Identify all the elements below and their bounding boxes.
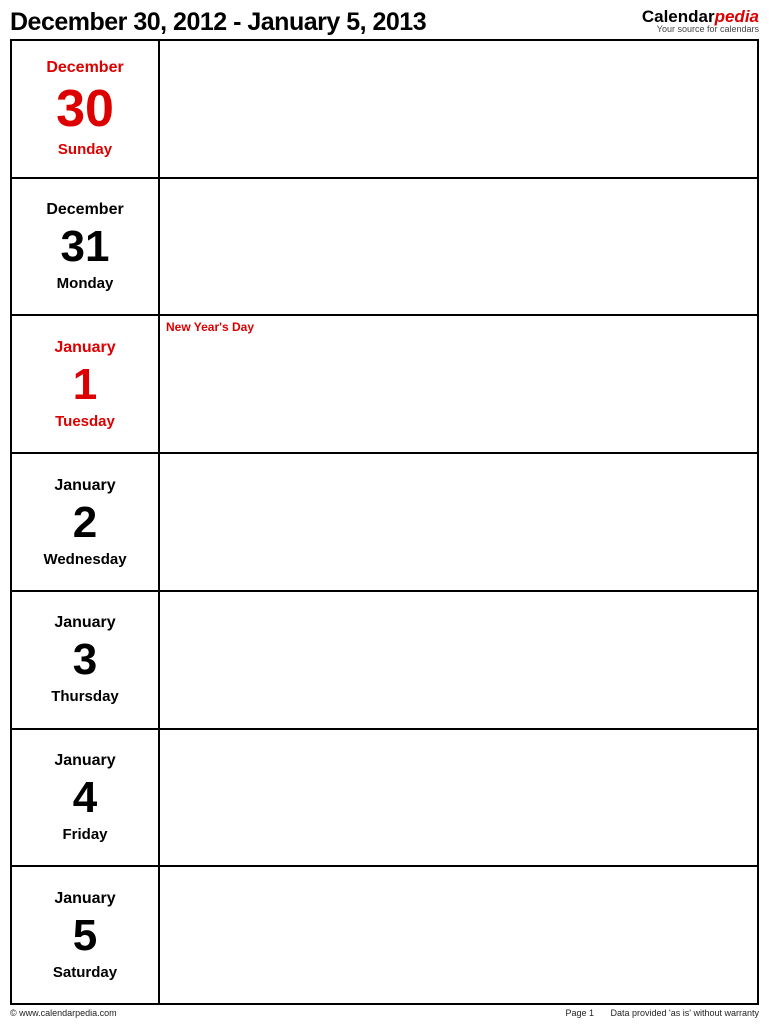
footer-copyright: © www.calendarpedia.com [10, 1008, 117, 1018]
day-content [160, 179, 757, 315]
day-row: January 4 Friday [12, 728, 757, 866]
weekday-label: Tuesday [55, 413, 115, 430]
footer-disclaimer: Data provided 'as is' without warranty [610, 1008, 759, 1018]
brand-tagline: Your source for calendars [642, 25, 759, 34]
date-cell: January 1 Tuesday [12, 316, 160, 452]
day-content [160, 730, 757, 866]
day-number: 3 [73, 638, 97, 682]
weekday-label: Saturday [53, 964, 117, 981]
day-row: January 3 Thursday [12, 590, 757, 728]
day-row: December 30 Sunday [12, 41, 757, 177]
day-number: 30 [56, 83, 114, 135]
date-range-title: December 30, 2012 - January 5, 2013 [10, 8, 426, 37]
event-label: New Year's Day [166, 320, 751, 334]
day-number: 4 [73, 776, 97, 820]
month-label: December [46, 59, 123, 77]
weekday-label: Thursday [51, 688, 119, 705]
day-number: 31 [61, 225, 110, 269]
date-cell: January 2 Wednesday [12, 454, 160, 590]
weekday-label: Wednesday [43, 551, 126, 568]
week-grid: December 30 Sunday December 31 Monday Ja… [10, 39, 759, 1005]
month-label: January [54, 614, 115, 632]
date-cell: December 31 Monday [12, 179, 160, 315]
day-row: January 5 Saturday [12, 865, 757, 1003]
day-content [160, 592, 757, 728]
page-footer: © www.calendarpedia.com Page 1 Data prov… [10, 1005, 759, 1018]
month-label: January [54, 752, 115, 770]
footer-page: Page 1 [565, 1008, 594, 1018]
date-cell: January 3 Thursday [12, 592, 160, 728]
brand-block: Calendarpedia Your source for calendars [642, 8, 759, 34]
month-label: January [54, 890, 115, 908]
weekday-label: Monday [57, 275, 114, 292]
day-row: December 31 Monday [12, 177, 757, 315]
day-content [160, 454, 757, 590]
day-number: 5 [73, 914, 97, 958]
day-row: January 2 Wednesday [12, 452, 757, 590]
day-content [160, 867, 757, 1003]
month-label: January [54, 477, 115, 495]
footer-right: Page 1 Data provided 'as is' without war… [551, 1008, 759, 1018]
date-cell: December 30 Sunday [12, 41, 160, 177]
day-row: January 1 Tuesday New Year's Day [12, 314, 757, 452]
day-number: 1 [73, 363, 97, 407]
brand-name: Calendarpedia [642, 8, 759, 25]
month-label: December [46, 201, 123, 219]
date-cell: January 4 Friday [12, 730, 160, 866]
day-content [160, 41, 757, 177]
day-content: New Year's Day [160, 316, 757, 452]
page-header: December 30, 2012 - January 5, 2013 Cale… [10, 8, 759, 39]
weekday-label: Sunday [58, 141, 112, 158]
date-cell: January 5 Saturday [12, 867, 160, 1003]
weekday-label: Friday [62, 826, 107, 843]
day-number: 2 [73, 501, 97, 545]
month-label: January [54, 339, 115, 357]
